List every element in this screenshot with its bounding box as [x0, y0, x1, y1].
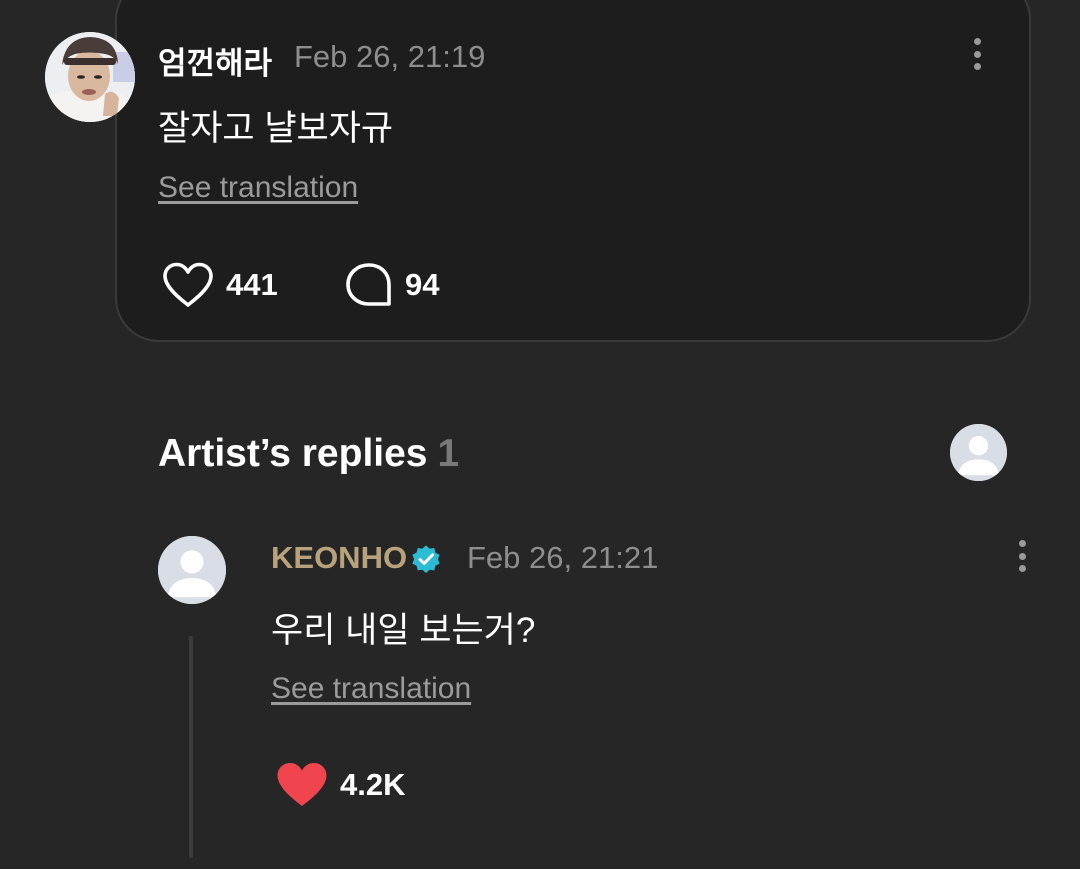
current-user-avatar[interactable]	[950, 424, 1007, 481]
reply-more-options-icon[interactable]	[1017, 540, 1027, 576]
artist-replies-title: Artist’s replies	[158, 432, 428, 475]
speech-bubble-icon	[346, 263, 391, 306]
default-profile-icon	[158, 536, 226, 604]
post-comment-button[interactable]: 94	[345, 262, 439, 308]
post-timestamp: Feb 26, 21:19	[294, 39, 486, 74]
reply-like-count: 4.2K	[340, 767, 406, 802]
post-author-name[interactable]: 엄껀해라	[158, 38, 272, 83]
fan-avatar[interactable]	[45, 32, 135, 122]
reply-author-name[interactable]: KEONHO	[271, 540, 407, 576]
post-comment-count: 94	[405, 267, 440, 302]
reply-body-text: 우리 내일 보는거?	[271, 611, 536, 650]
post-like-count: 441	[226, 267, 278, 302]
reply-timestamp: Feb 26, 21:21	[467, 540, 659, 575]
artist-avatar[interactable]	[158, 536, 226, 604]
reply-like-button[interactable]: 4.2K	[276, 762, 405, 808]
post-see-translation-link[interactable]: See translation	[158, 171, 358, 205]
post-body-text: 잘자고 냘보자규	[158, 109, 394, 148]
post-more-options-icon[interactable]	[972, 38, 982, 74]
thread-connector-line	[189, 636, 193, 858]
heart-filled-icon	[277, 763, 327, 806]
artist-replies-count: 1	[437, 432, 460, 475]
reply-see-translation-link[interactable]: See translation	[271, 672, 471, 706]
comment-thread-screen: 엄껀해라 Feb 26, 21:19 잘자고 냘보자규 See translat…	[0, 0, 1080, 869]
default-profile-icon	[950, 424, 1007, 481]
fan-avatar-image	[45, 32, 135, 122]
post-like-button[interactable]: 441	[162, 262, 278, 308]
verified-check-icon	[412, 545, 440, 573]
heart-outline-icon	[163, 262, 213, 307]
artist-replies-heading: Artist’s replies 1	[158, 432, 459, 476]
